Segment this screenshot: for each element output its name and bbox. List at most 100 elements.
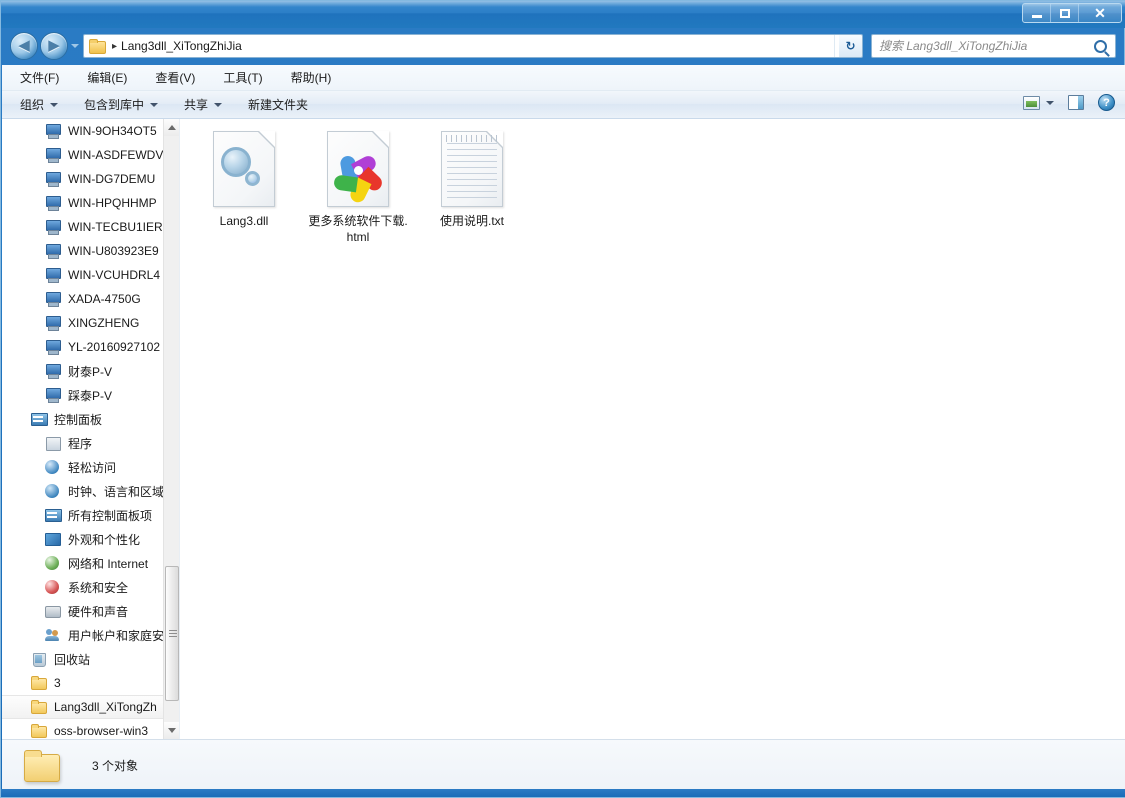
search-box[interactable]: [871, 34, 1116, 58]
sidebar-item-13[interactable]: 程序: [2, 431, 179, 455]
sidebar-item-8[interactable]: XINGZHENG: [2, 311, 179, 335]
sidebar-item-5[interactable]: WIN-U803923E9: [2, 239, 179, 263]
sidebar-item-4[interactable]: WIN-TECBU1IER: [2, 215, 179, 239]
menu-help[interactable]: 帮助(H): [287, 67, 336, 88]
search-input[interactable]: [879, 39, 1084, 53]
menu-file[interactable]: 文件(F): [16, 67, 63, 88]
folder-tree: WIN-9OH34OT5 WIN-ASDFEWDV WIN-DG7DEMU WIN-H…: [2, 119, 179, 739]
sidebar-item-19[interactable]: 系统和安全: [2, 575, 179, 599]
new-folder-label: 新建文件夹: [248, 98, 309, 112]
history-dropdown-icon[interactable]: [71, 44, 79, 48]
organize-button[interactable]: 组织: [20, 96, 59, 113]
pinwheel-icon: [333, 147, 385, 205]
breadcrumb-path[interactable]: Lang3dll_XiTongZhiJia: [121, 39, 242, 53]
file-name-label: 更多系统软件下载.html: [308, 214, 408, 244]
sidebar-item-11[interactable]: 踩泰P-V: [2, 383, 179, 407]
text-file-icon: [441, 131, 503, 207]
address-bar[interactable]: ▸ Lang3dll_XiTongZhiJia: [83, 34, 853, 58]
computer-icon: [44, 123, 61, 139]
computer-icon: [44, 387, 61, 403]
scrollbar-thumb[interactable]: [165, 566, 179, 701]
sidebar-item-9[interactable]: YL-20160927102: [2, 335, 179, 359]
breadcrumb-separator-icon: ▸: [112, 40, 118, 52]
computer-icon: [44, 171, 61, 187]
share-button[interactable]: 共享: [184, 96, 223, 113]
sidebar-item-16[interactable]: 所有控制面板项: [2, 503, 179, 527]
sidebar-item-label: 财泰P-V: [68, 364, 113, 379]
sidebar-item-12[interactable]: 控制面板: [2, 407, 179, 431]
sidebar-item-18[interactable]: 网络和 Internet: [2, 551, 179, 575]
sidebar-item-2[interactable]: WIN-DG7DEMU: [2, 167, 179, 191]
sidebar-item-label: XADA-4750G: [68, 292, 141, 306]
sidebar-item-label: 时钟、语言和区域: [68, 484, 165, 499]
menu-edit[interactable]: 编辑(E): [83, 67, 131, 88]
sidebar-item-label: 3: [54, 676, 61, 690]
maximize-button[interactable]: [1051, 4, 1079, 22]
explorer-body: WIN-9OH34OT5 WIN-ASDFEWDV WIN-DG7DEMU WIN-H…: [2, 119, 1125, 739]
sidebar-item-label: 所有控制面板项: [68, 508, 153, 523]
help-icon[interactable]: ?: [1098, 94, 1115, 111]
sidebar-item-24[interactable]: Lang3dll_XiTongZh: [2, 695, 179, 719]
computer-icon: [44, 219, 61, 235]
share-label: 共享: [184, 98, 209, 112]
sidebar-item-label: WIN-VCUHDRL4: [68, 268, 161, 282]
menu-tools[interactable]: 工具(T): [219, 67, 266, 88]
sidebar-item-1[interactable]: WIN-ASDFEWDV: [2, 143, 179, 167]
network-icon: [44, 555, 61, 571]
status-item-count: 3 个对象: [92, 759, 139, 773]
menu-bar: 文件(F) 编辑(E) 查看(V) 工具(T) 帮助(H): [2, 65, 1125, 91]
sidebar-item-label: XINGZHENG: [68, 316, 140, 330]
refresh-button[interactable]: ↻: [839, 34, 863, 58]
scroll-up-button[interactable]: [164, 119, 179, 136]
preview-pane-icon[interactable]: [1068, 95, 1084, 110]
explorer-window: ✕ ◀ ▶ ▸ Lang3dll_XiTongZhiJia ↻ 搜索 Lang3…: [0, 0, 1125, 798]
sidebar-item-10[interactable]: 财泰P-V: [2, 359, 179, 383]
folder-icon: [89, 39, 106, 54]
address-row: ◀ ▶ ▸ Lang3dll_XiTongZhiJia ↻: [1, 28, 1125, 65]
close-button[interactable]: ✕: [1079, 4, 1121, 22]
forward-button[interactable]: ▶: [40, 32, 68, 60]
file-item[interactable]: 使用说明.txt: [418, 127, 526, 245]
sidebar-item-label: 网络和 Internet: [68, 556, 149, 571]
user-accounts-icon: [44, 627, 61, 643]
sidebar-item-17[interactable]: 外观和个性化: [2, 527, 179, 551]
sidebar-item-label: 程序: [68, 436, 93, 451]
file-item[interactable]: 更多系统软件下载.html: [304, 127, 412, 245]
sidebar-item-label: oss-browser-win3: [54, 724, 149, 738]
sidebar-item-14[interactable]: 轻松访问: [2, 455, 179, 479]
sidebar-item-7[interactable]: XADA-4750G: [2, 287, 179, 311]
computer-icon: [44, 195, 61, 211]
new-folder-button[interactable]: 新建文件夹: [248, 96, 308, 113]
sidebar-item-23[interactable]: 3: [2, 671, 179, 695]
sidebar-scrollbar[interactable]: [163, 119, 179, 739]
chevron-down-icon: [150, 102, 159, 107]
programs-icon: [44, 435, 61, 451]
change-view-button[interactable]: [1023, 95, 1054, 110]
sidebar-item-0[interactable]: WIN-9OH34OT5: [2, 119, 179, 143]
pinwheel-blade: [333, 174, 358, 193]
sidebar-item-3[interactable]: WIN-HPQHHMP: [2, 191, 179, 215]
file-item[interactable]: Lang3.dll: [190, 127, 298, 245]
minimize-icon: [1031, 14, 1042, 18]
menu-view[interactable]: 查看(V): [151, 67, 199, 88]
sidebar-item-label: WIN-DG7DEMU: [68, 172, 156, 186]
control-panel-icon: [30, 411, 48, 427]
sidebar-item-6[interactable]: WIN-VCUHDRL4: [2, 263, 179, 287]
sidebar-item-label: YL-20160927102: [68, 340, 161, 354]
sidebar-item-20[interactable]: 硬件和声音: [2, 599, 179, 623]
sidebar-item-label: 控制面板: [54, 412, 103, 427]
file-name-label: Lang3.dll: [219, 214, 269, 228]
sidebar-item-22[interactable]: 回收站: [2, 647, 179, 671]
sidebar-item-25[interactable]: oss-browser-win3: [2, 719, 179, 739]
maximize-icon: [1059, 8, 1070, 18]
page-fold-corner: [373, 131, 389, 147]
clock-language-icon: [44, 483, 61, 499]
scroll-down-button[interactable]: [164, 722, 179, 739]
sidebar-item-15[interactable]: 时钟、语言和区域: [2, 479, 179, 503]
back-button[interactable]: ◀: [10, 32, 38, 60]
minimize-button[interactable]: [1023, 4, 1051, 22]
sidebar-item-21[interactable]: 用户帐户和家庭安: [2, 623, 179, 647]
include-in-library-button[interactable]: 包含到库中: [84, 96, 159, 113]
folder-icon: [16, 746, 62, 786]
file-list-view[interactable]: Lang3.dll 更多系统软件下载.html 使用说明.txt: [180, 119, 1125, 739]
